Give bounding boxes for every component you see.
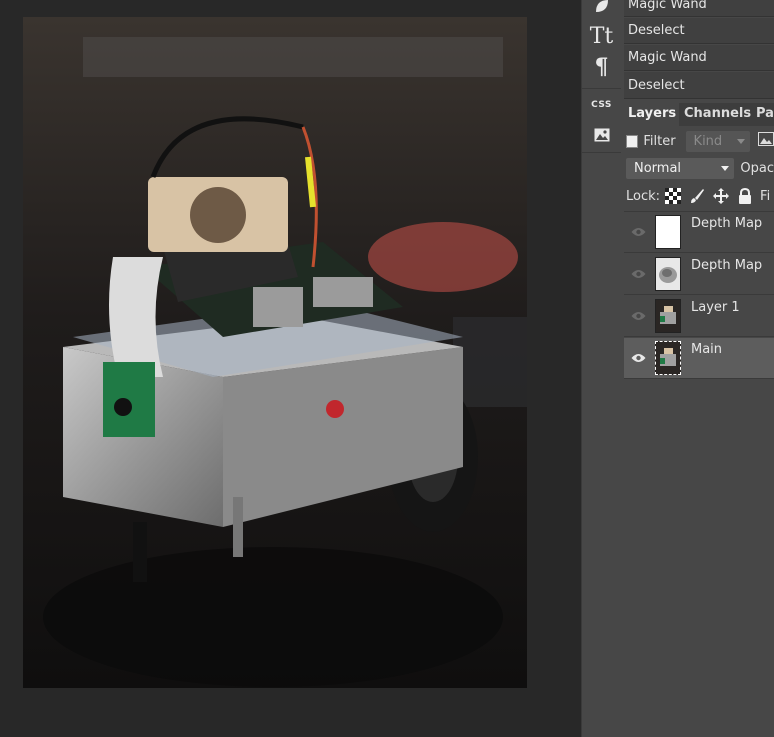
blend-mode-label: Normal: [634, 160, 682, 176]
blend-mode-select[interactable]: Normal: [626, 157, 735, 179]
image-icon[interactable]: [582, 121, 621, 149]
leaf-shape-icon[interactable]: [582, 0, 621, 20]
kind-label: Kind: [693, 133, 723, 149]
history-item[interactable]: Deselect: [624, 72, 774, 99]
lock-move-icon[interactable]: [712, 187, 730, 205]
lock-paint-brush-icon[interactable]: [688, 187, 706, 205]
layer-thumbnail: [655, 257, 681, 291]
filter-checkbox[interactable]: [626, 134, 639, 148]
layer-row[interactable]: Layer 1: [624, 296, 774, 337]
text-tool-icon[interactable]: Tt: [582, 22, 621, 50]
right-panel: Magic Wand Deselect Magic Wand Deselect …: [621, 0, 774, 737]
tab-layers[interactable]: Layers: [624, 103, 679, 126]
fill-label: Fi: [760, 188, 771, 204]
tool-strip: Tt ¶ CSS: [581, 0, 622, 737]
css-icon[interactable]: CSS: [582, 91, 621, 119]
blend-row: Normal Opac: [624, 155, 774, 181]
layer-thumbnail: [655, 299, 681, 333]
panel-tabs: Layers Channels Pat: [624, 103, 774, 126]
layer-row[interactable]: Main: [624, 338, 774, 379]
layer-thumbnail: [655, 341, 681, 375]
layers-empty-area[interactable]: [621, 380, 774, 737]
lock-all-icon[interactable]: [736, 187, 754, 205]
lock-row: Lock: Fi: [624, 183, 774, 209]
kind-select[interactable]: Kind: [685, 130, 750, 152]
layer-name[interactable]: Main: [691, 342, 722, 357]
layer-row[interactable]: Depth Map: [624, 212, 774, 253]
layer-row[interactable]: Depth Map: [624, 254, 774, 295]
filter-label: Filter: [643, 133, 676, 149]
visibility-eye-icon[interactable]: [631, 310, 646, 320]
layer-name[interactable]: Depth Map: [691, 258, 762, 273]
tab-channels[interactable]: Channels: [680, 103, 751, 126]
layer-name[interactable]: Layer 1: [691, 300, 740, 315]
filter-row: Filter Kind: [624, 128, 774, 154]
canvas-area[interactable]: [0, 0, 581, 737]
visibility-eye-icon[interactable]: [631, 226, 646, 236]
layer-name[interactable]: Depth Map: [691, 216, 762, 231]
tab-paths[interactable]: Pat: [752, 103, 774, 126]
history-item[interactable]: Magic Wand: [624, 0, 774, 17]
layer-thumbnail: [655, 215, 681, 249]
visibility-eye-icon[interactable]: [631, 268, 646, 278]
history-item[interactable]: Deselect: [624, 18, 774, 44]
history-item[interactable]: Magic Wand: [624, 45, 774, 71]
lock-transparency-icon[interactable]: [664, 187, 682, 205]
image-filter-icon[interactable]: [758, 132, 774, 150]
paragraph-icon[interactable]: ¶: [582, 53, 621, 81]
visibility-eye-icon[interactable]: [631, 352, 646, 362]
opacity-label: Opac: [740, 160, 774, 176]
lock-label: Lock:: [626, 188, 661, 204]
document-image[interactable]: [23, 17, 527, 688]
robot-photo: [23, 17, 527, 688]
